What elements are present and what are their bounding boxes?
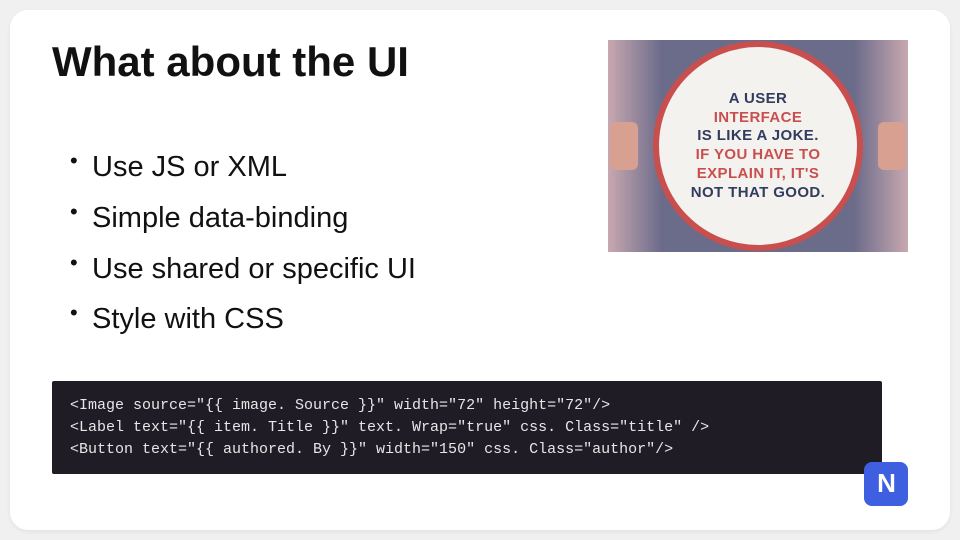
- list-item: Simple data-binding: [70, 193, 416, 244]
- list-item: Use JS or XML: [70, 142, 416, 193]
- logo-letter: N: [877, 468, 895, 499]
- hand-icon: [610, 122, 638, 170]
- joke-line: IS LIKE A JOKE.: [697, 127, 819, 144]
- bullet-list: Use JS or XML Simple data-binding Use sh…: [52, 142, 416, 345]
- list-item: Use shared or specific UI: [70, 244, 416, 295]
- list-item: Style with CSS: [70, 294, 416, 345]
- joke-text: A USER INTERFACE IS LIKE A JOKE. IF YOU …: [673, 90, 843, 203]
- joke-line: A USER: [729, 90, 788, 107]
- joke-line: INTERFACE: [714, 109, 803, 126]
- ui-joke-image: A USER INTERFACE IS LIKE A JOKE. IF YOU …: [608, 40, 908, 252]
- code-block: <Image source="{{ image. Source }}" widt…: [52, 381, 882, 474]
- code-line: <Image source="{{ image. Source }}" widt…: [70, 397, 610, 414]
- joke-line: NOT THAT GOOD.: [691, 184, 825, 201]
- joke-line: IF YOU HAVE TO EXPLAIN IT, IT'S: [696, 146, 821, 182]
- nativescript-logo: N: [864, 462, 908, 506]
- code-line: <Label text="{{ item. Title }}" text. Wr…: [70, 419, 709, 436]
- slide: What about the UI Use JS or XML Simple d…: [10, 10, 950, 530]
- code-line: <Button text="{{ authored. By }}" width=…: [70, 441, 673, 458]
- hand-icon: [878, 122, 906, 170]
- joke-plate: A USER INTERFACE IS LIKE A JOKE. IF YOU …: [653, 41, 863, 251]
